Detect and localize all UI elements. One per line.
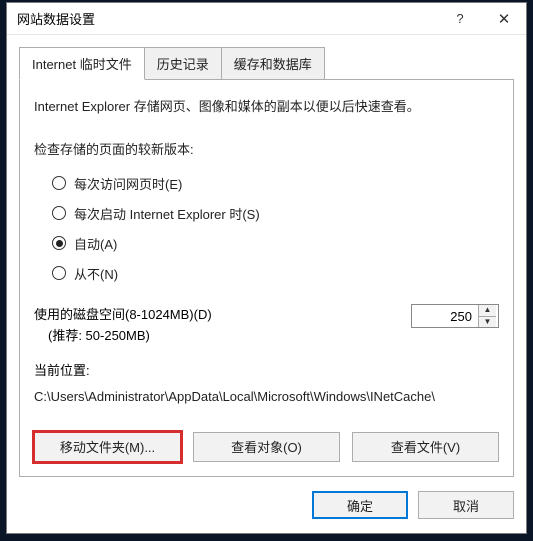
button-label: 查看对象(O) [231,437,302,456]
disk-space-row: 使用的磁盘空间(8-1024MB)(D) (推荐: 50-250MB) ▲ ▼ [34,304,499,344]
radio-label: 自动(A) [74,234,117,253]
close-button[interactable]: ✕ [482,3,526,34]
button-label: 确定 [347,496,373,515]
titlebar: 网站数据设置 ? ✕ [7,3,526,35]
location-label: 当前位置: [34,360,499,379]
chevron-up-icon: ▲ [484,306,492,314]
radio-icon [52,176,66,190]
disk-space-label: 使用的磁盘空间(8-1024MB)(D) [34,304,411,323]
radio-icon [52,206,66,220]
dialog-window: 网站数据设置 ? ✕ Internet 临时文件 历史记录 缓存和数据库 Int… [6,2,527,534]
spinner-up-button[interactable]: ▲ [479,305,496,316]
tab-label: 历史记录 [157,57,209,72]
cancel-button[interactable]: 取消 [418,491,514,519]
tab-history[interactable]: 历史记录 [144,47,222,80]
view-files-button[interactable]: 查看文件(V) [352,432,499,462]
button-label: 移动文件夹(M)... [60,437,155,456]
ok-button[interactable]: 确定 [312,491,408,519]
tab-panel: Internet Explorer 存储网页、图像和媒体的副本以便以后快速查看。… [19,79,514,477]
tab-temp-files[interactable]: Internet 临时文件 [19,47,145,80]
tab-label: 缓存和数据库 [234,57,312,72]
button-label: 取消 [453,496,479,515]
radio-auto[interactable]: 自动(A) [52,228,499,258]
panel-button-row: 移动文件夹(M)... 查看对象(O) 查看文件(V) [34,432,499,462]
spinner-buttons: ▲ ▼ [478,305,496,327]
radio-every-visit[interactable]: 每次访问网页时(E) [52,168,499,198]
radio-every-start[interactable]: 每次启动 Internet Explorer 时(S) [52,198,499,228]
radio-never[interactable]: 从不(N) [52,258,499,288]
radio-icon [52,236,66,250]
radio-label: 每次访问网页时(E) [74,174,182,193]
disk-space-label-wrap: 使用的磁盘空间(8-1024MB)(D) (推荐: 50-250MB) [34,304,411,344]
disk-space-hint: (推荐: 50-250MB) [34,325,411,344]
view-objects-button[interactable]: 查看对象(O) [193,432,340,462]
version-check-radio-group: 每次访问网页时(E) 每次启动 Internet Explorer 时(S) 自… [34,168,499,288]
move-folder-button[interactable]: 移动文件夹(M)... [34,432,181,462]
titlebar-buttons: ? ✕ [438,3,526,34]
tab-cache-db[interactable]: 缓存和数据库 [221,47,325,80]
help-icon: ? [456,11,463,26]
disk-space-input[interactable] [412,305,478,327]
radio-icon [52,266,66,280]
button-label: 查看文件(V) [391,437,460,456]
chevron-down-icon: ▼ [484,318,492,326]
location-path: C:\Users\Administrator\AppData\Local\Mic… [34,387,499,408]
radio-label: 每次启动 Internet Explorer 时(S) [74,204,260,223]
close-icon: ✕ [498,10,511,28]
tabstrip: Internet 临时文件 历史记录 缓存和数据库 [19,47,514,80]
dialog-footer: 确定 取消 [7,477,526,533]
help-button[interactable]: ? [438,3,482,34]
tab-label: Internet 临时文件 [32,57,132,72]
version-check-label: 检查存储的页面的较新版本: [34,139,499,158]
window-title: 网站数据设置 [17,9,438,28]
dialog-body: Internet 临时文件 历史记录 缓存和数据库 Internet Explo… [7,35,526,477]
spinner-down-button[interactable]: ▼ [479,316,496,328]
description-text: Internet Explorer 存储网页、图像和媒体的副本以便以后快速查看。 [34,96,499,115]
radio-label: 从不(N) [74,264,118,283]
disk-space-spinner: ▲ ▼ [411,304,499,328]
